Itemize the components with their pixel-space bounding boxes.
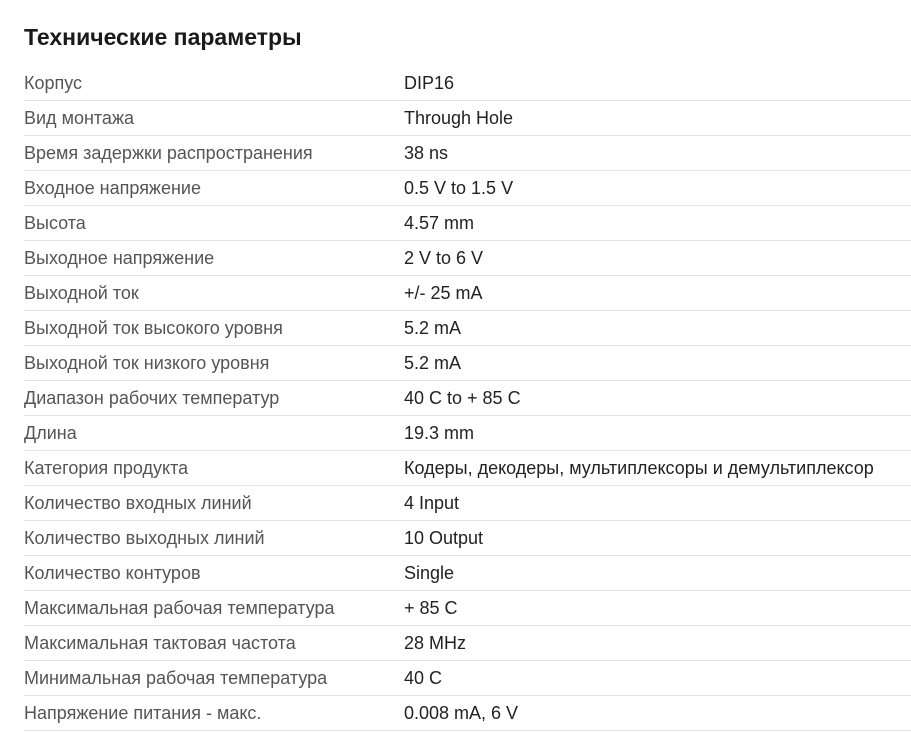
spec-value: 0.5 V to 1.5 V xyxy=(404,170,911,206)
spec-name: Количество выходных линий xyxy=(24,520,404,556)
spec-row: Минимальная рабочая температура 40 C xyxy=(24,660,911,696)
spec-value: 10 Output xyxy=(404,520,911,556)
spec-value: 38 ns xyxy=(404,135,911,171)
spec-name: Время задержки распространения xyxy=(24,135,404,171)
spec-row: Количество входных линий 4 Input xyxy=(24,485,911,521)
spec-row: Диапазон рабочих температур 40 C to + 85 … xyxy=(24,380,911,416)
spec-value: 28 MHz xyxy=(404,625,911,661)
spec-name: Выходное напряжение xyxy=(24,240,404,276)
spec-value: +/- 25 mA xyxy=(404,275,911,311)
spec-name: Напряжение питания - макс. xyxy=(24,695,404,731)
spec-value: 4 Input xyxy=(404,485,911,521)
spec-value: 40 C xyxy=(404,660,911,696)
spec-row: Выходной ток +/- 25 mA xyxy=(24,275,911,311)
spec-name: Диапазон рабочих температур xyxy=(24,380,404,416)
spec-name: Выходной ток высокого уровня xyxy=(24,310,404,346)
spec-name: Корпус xyxy=(24,66,404,101)
spec-value: 5.2 mA xyxy=(404,310,911,346)
spec-name: Максимальная тактовая частота xyxy=(24,625,404,661)
spec-row: Корпус DIP16 xyxy=(24,66,911,101)
spec-value: Single xyxy=(404,555,911,591)
spec-row: Максимальная тактовая частота 28 MHz xyxy=(24,625,911,661)
spec-row: Время задержки распространения 38 ns xyxy=(24,135,911,171)
spec-name: Количество входных линий xyxy=(24,485,404,521)
spec-row: Высота 4.57 mm xyxy=(24,205,911,241)
spec-value: + 85 C xyxy=(404,590,911,626)
spec-name: Минимальная рабочая температура xyxy=(24,660,404,696)
spec-value: 0.008 mA, 6 V xyxy=(404,695,911,731)
spec-value: 5.2 mA xyxy=(404,345,911,381)
spec-row: Максимальная рабочая температура + 85 C xyxy=(24,590,911,626)
spec-row: Количество выходных линий 10 Output xyxy=(24,520,911,556)
spec-name: Категория продукта xyxy=(24,450,404,486)
spec-row: Входное напряжение 0.5 V to 1.5 V xyxy=(24,170,911,206)
spec-row: Вид монтажа Through Hole xyxy=(24,100,911,136)
spec-value: Through Hole xyxy=(404,100,911,136)
spec-value: 2 V to 6 V xyxy=(404,240,911,276)
spec-row: Длина 19.3 mm xyxy=(24,415,911,451)
spec-name: Вид монтажа xyxy=(24,100,404,136)
spec-row: Категория продукта Кодеры, декодеры, муль… xyxy=(24,450,911,486)
spec-name: Высота xyxy=(24,205,404,241)
section-title: Технические параметры xyxy=(24,24,302,50)
spec-value: 40 C to + 85 C xyxy=(404,380,911,416)
spec-name: Входное напряжение xyxy=(24,170,404,206)
spec-row: Выходное напряжение 2 V to 6 V xyxy=(24,240,911,276)
spec-value: 19.3 mm xyxy=(404,415,911,451)
spec-row: Выходной ток низкого уровня 5.2 mA xyxy=(24,345,911,381)
spec-name: Максимальная рабочая температура xyxy=(24,590,404,626)
spec-name: Количество контуров xyxy=(24,555,404,591)
spec-value: 4.57 mm xyxy=(404,205,911,241)
spec-value: Кодеры, декодеры, мультиплексоры и демул… xyxy=(404,450,911,486)
spec-row: Количество контуров Single xyxy=(24,555,911,591)
spec-row: Выходной ток высокого уровня 5.2 mA xyxy=(24,310,911,346)
spec-name: Выходной ток xyxy=(24,275,404,311)
spec-name: Выходной ток низкого уровня xyxy=(24,345,404,381)
specs-table-body: Корпус DIP16 Вид монтажа Through Hole Время … xyxy=(24,66,911,731)
spec-name: Длина xyxy=(24,415,404,451)
specs-table: Корпус DIP16 Вид монтажа Through Hole Время … xyxy=(24,66,911,731)
tech-params-section: Технические параметры Корпус DIP16 Вид мон… xyxy=(24,0,911,731)
spec-value: DIP16 xyxy=(404,66,911,101)
spec-row: Напряжение питания - макс. 0.008 mA, 6 V xyxy=(24,695,911,731)
